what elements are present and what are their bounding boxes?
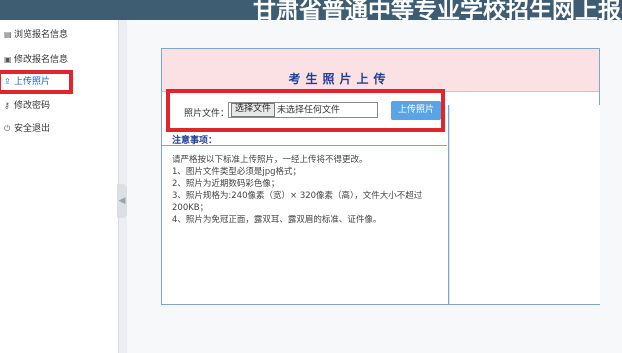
photo-upload-panel: 考生照片上传 注意事项： 请严格按以下标准上传照片，一经上传将不得更改。 1、图…: [161, 48, 600, 305]
sidebar-item-logout[interactable]: ⏻ 安全退出: [0, 119, 118, 139]
sidebar-item-change-password[interactable]: ⚷ 修改密码: [0, 96, 118, 116]
sidebar-item-edit-info[interactable]: ▣ 修改报名信息: [0, 50, 118, 70]
sidebar: ▤ 浏览报名信息 ▣ 修改报名信息 ⇪ 上传照片 ⚷ 修改密码 ⏻ 安全退出: [0, 20, 118, 353]
divider: [162, 145, 447, 146]
list-icon: ▤: [4, 30, 12, 39]
power-icon: ⏻: [4, 124, 11, 133]
edit-icon: ▣: [4, 55, 12, 64]
system-title: 甘肃省普通中等专业学校招生网上报名系: [253, 0, 622, 20]
photo-preview-frame: [449, 105, 600, 304]
key-icon: ⚷: [4, 101, 10, 110]
sidebar-item-label: 安全退出: [14, 124, 51, 134]
sidebar-item-view-info[interactable]: ▤ 浏览报名信息: [0, 25, 118, 45]
upload-photo-button[interactable]: 上传照片: [391, 101, 441, 120]
collapse-toggle[interactable]: ◀: [117, 184, 127, 218]
upload-form-highlight: 照片文件： 选择文件 未选择任何文件 上传照片: [166, 89, 445, 132]
no-file-text: 未选择任何文件: [277, 105, 341, 116]
notes-line-text: 1、图片文件类型必须是jpg格式；: [172, 167, 302, 177]
file-label: 照片文件：: [184, 109, 230, 119]
file-input[interactable]: 选择文件 未选择任何文件: [228, 102, 378, 118]
sidebar-item-upload-photo[interactable]: ⇪ 上传照片: [0, 70, 118, 94]
upload-icon: ⇪: [4, 77, 11, 86]
photo-preview-area: [448, 105, 600, 304]
sidebar-item-label: 修改报名信息: [14, 55, 69, 65]
sidebar-item-label: 上传照片: [14, 77, 51, 87]
chevron-left-icon: ◀: [118, 196, 126, 206]
panel-title: 考生照片上传: [288, 72, 391, 86]
notes-list: 请严格按以下标准上传照片，一经上传将不得更改。 1、图片文件类型必须是jpg格式…: [172, 154, 442, 226]
notes-line-text: 请严格按以下标准上传照片，一经上传将不得更改。: [172, 155, 368, 165]
notes-line-text: 200KB；: [172, 203, 209, 213]
sidebar-item-label: 浏览报名信息: [14, 30, 69, 40]
sidebar-item-label: 修改密码: [14, 101, 51, 111]
notes-line-text: 3、照片规格为:240像素（宽）× 320像素（高），文件大小不超过: [172, 191, 423, 201]
notes-line-text: 4、照片为免冠正面，露双耳、露双眉的标准、证件像。: [172, 215, 382, 225]
main-content: 考生照片上传 注意事项： 请严格按以下标准上传照片，一经上传将不得更改。 1、图…: [127, 20, 622, 353]
panel-header: 考生照片上传: [162, 49, 599, 92]
app-header: 甘肃省普通中等专业学校招生网上报名系: [0, 0, 622, 20]
notes-line-text: 2、照片为近期数码彩色像；: [172, 179, 280, 189]
choose-file-button[interactable]: 选择文件: [231, 103, 276, 117]
